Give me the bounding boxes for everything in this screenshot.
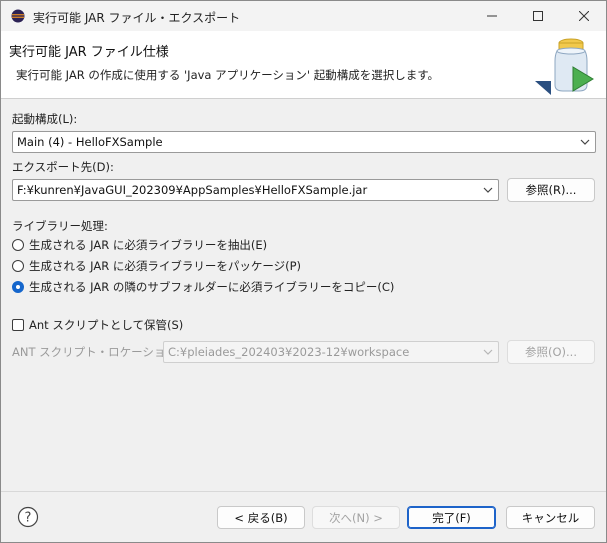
save-ant-script-label: Ant スクリプトとして保管(S) — [29, 318, 184, 332]
save-ant-script-row[interactable]: Ant スクリプトとして保管(S) — [12, 317, 183, 333]
banner-description: 実行可能 JAR の作成に使用する 'Java アプリケーション' 起動構成を選… — [16, 68, 440, 82]
export-destination-combo[interactable]: F:¥kunren¥JavaGUI_202309¥AppSamples¥Hell… — [12, 179, 499, 201]
browse-export-button[interactable]: 参照(R)... — [507, 178, 595, 202]
launch-config-label: 起動構成(L): — [12, 112, 78, 126]
cancel-button[interactable]: キャンセル — [506, 506, 595, 529]
window-title: 実行可能 JAR ファイル・エクスポート — [33, 11, 241, 25]
library-option-copy[interactable]: 生成される JAR の隣のサブフォルダーに必須ライブラリーをコピー(C) — [12, 279, 394, 295]
library-option-label: 生成される JAR に必須ライブラリーをパッケージ(P) — [29, 259, 302, 273]
maximize-icon — [533, 11, 543, 21]
maximize-button[interactable] — [515, 1, 561, 31]
library-option-label: 生成される JAR の隣のサブフォルダーに必須ライブラリーをコピー(C) — [29, 280, 395, 294]
save-ant-script-checkbox[interactable] — [12, 319, 24, 331]
library-handling-label: ライブラリー処理: — [12, 219, 108, 233]
chevron-down-icon — [483, 187, 493, 193]
finish-button[interactable]: 完了(F) — [407, 506, 496, 529]
export-dialog: 実行可能 JAR ファイル・エクスポート 実行可能 JAR ファイル仕様 実行可… — [0, 0, 607, 543]
export-destination-label: エクスポート先(D): — [12, 160, 114, 174]
export-destination-value: F:¥kunren¥JavaGUI_202309¥AppSamples¥Hell… — [17, 183, 368, 197]
launch-config-value: Main (4) - HelloFXSample — [17, 135, 163, 149]
library-option-extract[interactable]: 生成される JAR に必須ライブラリーを抽出(E) — [12, 237, 267, 253]
jar-export-wizard-icon — [533, 37, 601, 95]
title-bar: 実行可能 JAR ファイル・エクスポート — [1, 1, 606, 31]
close-icon — [579, 11, 589, 21]
launch-config-select[interactable]: Main (4) - HelloFXSample — [12, 131, 596, 153]
library-option-label: 生成される JAR に必須ライブラリーを抽出(E) — [29, 238, 268, 252]
footer-divider — [1, 491, 606, 492]
wizard-banner: 実行可能 JAR ファイル仕様 実行可能 JAR の作成に使用する 'Java … — [1, 31, 606, 99]
browse-ant-location-button[interactable]: 参照(O)... — [507, 340, 595, 364]
ant-location-combo[interactable]: C:¥pleiades_202403¥2023-12¥workspace — [163, 341, 499, 363]
eclipse-icon — [11, 9, 25, 23]
next-button[interactable]: 次へ(N) > — [312, 506, 400, 529]
help-icon[interactable]: ? — [17, 506, 39, 528]
back-button[interactable]: < 戻る(B) — [217, 506, 305, 529]
radio-button[interactable] — [12, 260, 24, 272]
chevron-down-icon — [483, 349, 493, 355]
radio-button[interactable] — [12, 239, 24, 251]
radio-button[interactable] — [12, 281, 24, 293]
library-option-package[interactable]: 生成される JAR に必須ライブラリーをパッケージ(P) — [12, 258, 301, 274]
close-button[interactable] — [561, 1, 606, 31]
minimize-button[interactable] — [469, 1, 515, 31]
svg-text:?: ? — [25, 511, 32, 526]
banner-title: 実行可能 JAR ファイル仕様 — [9, 45, 169, 60]
minimize-icon — [487, 15, 497, 17]
chevron-down-icon — [580, 139, 590, 145]
ant-location-value: C:¥pleiades_202403¥2023-12¥workspace — [168, 345, 410, 359]
